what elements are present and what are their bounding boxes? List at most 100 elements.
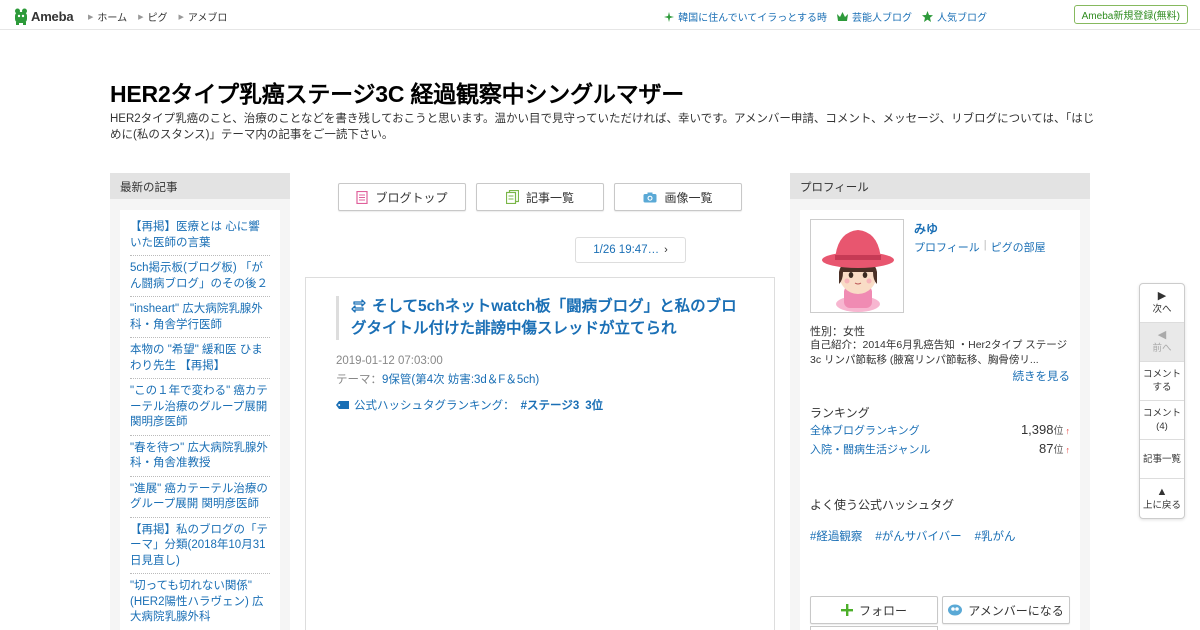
next-post-pager[interactable]: 1/26 19:47… › — [575, 237, 686, 263]
genre-ranking-link[interactable]: 入院・闘病生活ジャンル — [810, 441, 930, 457]
ranking-value: 1,398位 ↑ — [1021, 422, 1070, 437]
message-button[interactable] — [810, 626, 938, 630]
recent-posts-sidebar: 最新の記事 【再掲】医療とは 心に響いた医師の言葉 5ch掲示板(ブログ板) 「… — [110, 173, 290, 630]
tab-blog-top[interactable]: ブログトップ — [338, 183, 466, 211]
recent-post-item[interactable]: "進展" 癌カテーテル治療のグループ展開 関明彦医師 — [130, 480, 270, 518]
hashtag-link[interactable]: #がんサバイバー — [875, 528, 961, 544]
next-post-button[interactable]: ▶ 次へ — [1140, 284, 1184, 323]
next-post-label: 次へ — [1152, 304, 1172, 315]
ranking-value: 87位 ↑ — [1039, 441, 1070, 456]
follow-button[interactable]: フォロー — [810, 596, 938, 624]
post-list-label: 記事一覧 — [1142, 453, 1181, 465]
list-icon — [505, 190, 519, 204]
hashtag-ranking-tag: #ステージ3 — [520, 400, 580, 412]
floating-side-nav: ▶ 次へ ◀ 前へ コメント する コメント (4) 記事一覧 ▲ 上に戻る — [1139, 283, 1185, 519]
amember-button[interactable]: アメンバーになる — [942, 596, 1070, 624]
play-prev-icon: ◀ — [1157, 329, 1167, 341]
ranking-row: 全体ブログランキング 1,398位 ↑ — [810, 422, 1070, 438]
recent-post-item[interactable]: "insheart" 広大病院乳腺外科・角舎学行医師 — [130, 300, 270, 338]
popular-blog-link[interactable]: 人気ブログ — [922, 9, 987, 24]
prev-post-label: 前へ — [1152, 343, 1172, 354]
nav-home-label: ホーム — [97, 13, 128, 24]
hashtag-ranking-label: 公式ハッシュタグランキング： — [354, 400, 515, 412]
profile-sidebar: プロフィール みゆ プロフィール | ピグの部屋 性別：女性 自己紹介：2014… — [790, 173, 1090, 630]
hashtag-link[interactable]: #経過観察 — [810, 528, 862, 544]
document-icon — [356, 190, 369, 204]
article-card: そして5chネットwatch板「闘病ブログ」と私のブログタイトル付けた誹謗中傷ス… — [305, 277, 775, 630]
recent-posts-heading: 最新の記事 — [110, 173, 290, 199]
crown-icon — [837, 12, 848, 21]
recent-post-item[interactable]: 5ch掲示板(ブログ板) 「がん闘病ブログ」のその後２ — [130, 259, 270, 297]
celebrity-blog-label: 芸能人ブログ — [852, 13, 912, 24]
amember-icon — [948, 604, 963, 616]
chevron-right-icon: › — [664, 244, 668, 256]
profile-gender: 性別：女性 — [810, 326, 865, 338]
back-to-top-label: 上に戻る — [1142, 499, 1181, 511]
avatar[interactable] — [810, 219, 904, 313]
profile-heading: プロフィール — [790, 173, 1090, 199]
pager-label: 1/26 19:47… — [593, 244, 660, 256]
tag-icon — [336, 401, 349, 409]
overall-ranking-link[interactable]: 全体ブログランキング — [810, 422, 920, 438]
celebrity-blog-link[interactable]: 芸能人ブログ — [837, 9, 912, 24]
recent-post-item[interactable]: "春を待つ" 広大病院乳腺外科・角舎准教授 — [130, 439, 270, 477]
article-title-block: そして5chネットwatch板「闘病ブログ」と私のブログタイトル付けた誹謗中傷ス… — [336, 296, 746, 340]
chevron-right-icon: ▶ — [138, 13, 144, 21]
star-icon — [922, 11, 933, 22]
tab-image-list-label: 画像一覧 — [664, 190, 713, 205]
hashtag-ranking[interactable]: 公式ハッシュタグランキング： #ステージ3 3位 — [336, 397, 603, 413]
amember-label: アメンバーになる — [968, 603, 1064, 618]
hashtag-ranking-rank: 3位 — [585, 400, 604, 412]
profile-box: みゆ プロフィール | ピグの部屋 性別：女性 自己紹介：2014年6月乳癌告知… — [800, 210, 1080, 630]
write-comment-button[interactable]: コメント する — [1140, 362, 1184, 401]
hashtag-link[interactable]: #乳がん — [975, 528, 1016, 544]
prev-post-button[interactable]: ◀ 前へ — [1140, 323, 1184, 362]
signup-button[interactable]: Ameba新規登録(無料) — [1073, 5, 1188, 24]
recent-post-item[interactable]: "この１年で変わる" 癌カテーテル治療のグループ展開 関明彦医師 — [130, 382, 270, 436]
avatar-image — [811, 220, 903, 312]
article-title-text: そして5chネットwatch板「闘病ブログ」と私のブログタイトル付けた誹謗中傷ス… — [351, 298, 737, 337]
recent-post-item[interactable]: 本物の "希望" 緩和医 ひまわり先生 【再掲】 — [130, 341, 270, 379]
nav-pigg-label: ピグ — [147, 13, 168, 24]
follow-label: フォロー — [858, 603, 907, 618]
profile-links: プロフィール | ピグの部屋 — [914, 239, 1046, 255]
article-theme-prefix: テーマ： — [336, 374, 382, 386]
article-theme-link[interactable]: 9保管(第4次 妨害:3d＆F＆5ch) — [382, 374, 539, 386]
article-theme: テーマ：9保管(第4次 妨害:3d＆F＆5ch) — [336, 371, 539, 387]
camera-icon — [643, 192, 657, 202]
ranking-unit: 位 — [1053, 426, 1064, 437]
blog-description: HER2タイプ乳癌のこと、治療のことなどを書き残しておこうと思います。温かい目で… — [110, 113, 1095, 141]
ameba-logo[interactable]: Ameba — [14, 6, 74, 26]
back-to-top-button[interactable]: ▲ 上に戻る — [1140, 479, 1184, 518]
popular-blog-label: 人気ブログ — [937, 13, 987, 24]
tab-post-list[interactable]: 記事一覧 — [476, 183, 604, 211]
recent-post-item[interactable]: 【再掲】私のブログの「テーマ」分類(2018年10月31日見直し) — [130, 521, 270, 574]
arrow-up-icon: ↑ — [1065, 445, 1071, 455]
hashtag-heading: よく使う公式ハッシュタグ — [810, 498, 955, 512]
global-header: Ameba ▶ ホーム ▶ ピグ ▶ アメブロ 韓国に住んでいてイラっとする時 芸能人… — [0, 0, 1200, 30]
profile-link[interactable]: プロフィール — [914, 239, 980, 255]
recent-post-item[interactable]: 【再掲】医療とは 心に響いた医師の言葉 — [130, 218, 270, 256]
read-more-link[interactable]: 続きを見る — [1013, 368, 1071, 384]
nav-pigg[interactable]: ▶ ピグ — [138, 9, 167, 24]
reblog-icon — [351, 299, 366, 313]
profile-intro: 自己紹介：2014年6月乳癌告知 ・Her2タイプ ステージ3c リンパ節転移 … — [810, 339, 1068, 366]
trending-topic-link[interactable]: 韓国に住んでいてイラっとする時 — [664, 9, 827, 24]
arrow-up-icon: ↑ — [1065, 426, 1071, 436]
nav-ameblo[interactable]: ▶ アメブロ — [178, 9, 227, 24]
nav-ameblo-label: アメブロ — [187, 13, 228, 24]
article-title[interactable]: そして5chネットwatch板「闘病ブログ」と私のブログタイトル付けた誹謗中傷ス… — [351, 296, 746, 340]
ranking-number: 1,398 — [1020, 422, 1054, 437]
tab-image-list[interactable]: 画像一覧 — [614, 183, 742, 211]
play-next-icon: ▶ — [1157, 290, 1167, 302]
blog-title[interactable]: HER2タイプ乳癌ステージ3C 経過観察中シングルマザー — [110, 75, 684, 109]
recent-post-item[interactable]: "切っても切れない関係" (HER2陽性ハラヴェン) 広大病院乳腺外科 — [130, 577, 270, 630]
pigg-room-link[interactable]: ピグの部屋 — [991, 239, 1046, 255]
comments-count-label: コメント (4) — [1142, 408, 1181, 432]
comments-count-button[interactable]: コメント (4) — [1140, 401, 1184, 440]
sparkle-icon — [664, 11, 675, 22]
nav-home[interactable]: ▶ ホーム — [88, 9, 127, 24]
hashtag-list: #経過観察 #がんサバイバー #乳がん — [810, 528, 1029, 544]
post-list-button[interactable]: 記事一覧 — [1140, 440, 1184, 479]
profile-name[interactable]: みゆ — [914, 220, 938, 237]
